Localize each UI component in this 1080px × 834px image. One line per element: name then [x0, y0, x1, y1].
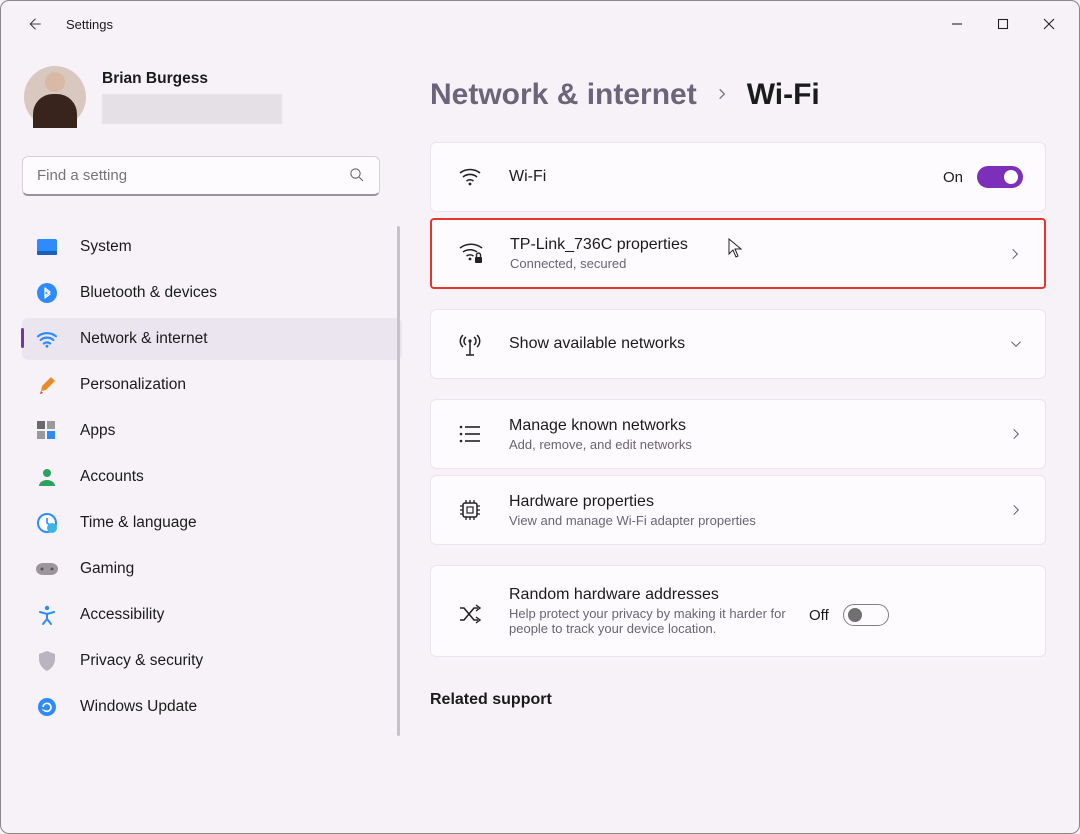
chevron-right-icon — [1009, 503, 1023, 517]
cursor-icon — [728, 238, 744, 261]
sidebar-item-label: Bluetooth & devices — [80, 284, 217, 302]
sidebar-item-label: Network & internet — [80, 330, 208, 348]
card-title: Wi-Fi — [509, 168, 943, 186]
update-icon — [36, 696, 58, 718]
chip-icon — [455, 498, 485, 522]
card-available-networks[interactable]: Show available networks — [430, 309, 1046, 379]
sidebar-item-system[interactable]: System — [22, 226, 402, 268]
avatar — [24, 66, 86, 128]
toggle-label: On — [943, 169, 963, 186]
card-subtitle: Connected, secured — [510, 256, 1008, 271]
accounts-icon — [36, 466, 58, 488]
chevron-right-icon — [1008, 247, 1022, 261]
card-title: Show available networks — [509, 335, 1009, 353]
apps-icon — [36, 420, 58, 442]
maximize-button[interactable] — [980, 8, 1026, 40]
window-title: Settings — [66, 17, 113, 32]
sidebar-item-label: Time & language — [80, 514, 197, 532]
back-button[interactable] — [20, 10, 48, 38]
card-known-networks[interactable]: Manage known networks Add, remove, and e… — [430, 399, 1046, 469]
wifi-icon — [36, 328, 58, 350]
sidebar-item-label: Privacy & security — [80, 652, 203, 670]
card-subtitle: View and manage Wi-Fi adapter properties — [509, 513, 1009, 528]
antenna-icon — [455, 332, 485, 356]
sidebar-item-network[interactable]: Network & internet — [22, 318, 402, 360]
sidebar-item-accessibility[interactable]: Accessibility — [22, 594, 402, 636]
breadcrumb-parent[interactable]: Network & internet — [430, 78, 697, 112]
profile-name: Brian Burgess — [102, 66, 282, 88]
clock-icon — [36, 512, 58, 534]
sidebar-item-bluetooth[interactable]: Bluetooth & devices — [22, 272, 402, 314]
search-input[interactable] — [22, 156, 380, 196]
chevron-right-icon — [715, 85, 729, 106]
titlebar: Settings — [0, 0, 1080, 48]
list-icon — [455, 425, 485, 443]
breadcrumb: Network & internet Wi-Fi — [430, 78, 1046, 112]
card-title: Random hardware addresses — [509, 586, 809, 604]
card-subtitle: Add, remove, and edit networks — [509, 437, 1009, 452]
breadcrumb-current: Wi-Fi — [747, 78, 820, 112]
chevron-down-icon — [1009, 337, 1023, 351]
sidebar-scrollbar[interactable] — [397, 226, 400, 728]
search-icon — [348, 166, 366, 187]
sidebar-item-time-language[interactable]: Time & language — [22, 502, 402, 544]
card-subtitle: Help protect your privacy by making it h… — [509, 606, 809, 636]
sidebar-item-personalization[interactable]: Personalization — [22, 364, 402, 406]
bluetooth-icon — [36, 282, 58, 304]
minimize-button[interactable] — [934, 8, 980, 40]
card-wifi-toggle[interactable]: Wi-Fi On — [430, 142, 1046, 212]
close-button[interactable] — [1026, 8, 1072, 40]
sidebar-item-label: Windows Update — [80, 698, 197, 716]
wifi-toggle[interactable] — [977, 166, 1023, 188]
shield-icon — [36, 650, 58, 672]
accessibility-icon — [36, 604, 58, 626]
search-wrap — [22, 156, 380, 196]
brush-icon — [36, 374, 58, 396]
profile-block[interactable]: Brian Burgess — [22, 66, 402, 128]
shuffle-icon — [455, 604, 485, 624]
sidebar-item-privacy[interactable]: Privacy & security — [22, 640, 402, 682]
sidebar-item-gaming[interactable]: Gaming — [22, 548, 402, 590]
sidebar-item-windows-update[interactable]: Windows Update — [22, 686, 402, 728]
random-mac-toggle[interactable] — [843, 604, 889, 626]
chevron-right-icon — [1009, 427, 1023, 441]
sidebar-item-label: Accounts — [80, 468, 144, 486]
card-title: TP-Link_736C properties — [510, 236, 1008, 254]
card-title: Hardware properties — [509, 493, 1009, 511]
wifi-icon — [455, 167, 485, 187]
sidebar-item-apps[interactable]: Apps — [22, 410, 402, 452]
card-network-properties[interactable]: TP-Link_736C properties Connected, secur… — [430, 218, 1046, 289]
related-support-heading: Related support — [430, 691, 1046, 709]
sidebar-item-label: Gaming — [80, 560, 134, 578]
sidebar-item-label: Personalization — [80, 376, 186, 394]
card-hardware-properties[interactable]: Hardware properties View and manage Wi-F… — [430, 475, 1046, 545]
wifi-lock-icon — [456, 243, 486, 265]
nav-list: System Bluetooth & devices Network & int… — [22, 226, 402, 728]
sidebar-item-accounts[interactable]: Accounts — [22, 456, 402, 498]
main-panel: Network & internet Wi-Fi Wi-Fi On — [410, 48, 1080, 834]
sidebar: Brian Burgess System Bluetooth & devices… — [0, 48, 410, 834]
gaming-icon — [36, 558, 58, 580]
toggle-label: Off — [809, 607, 829, 624]
sidebar-item-label: System — [80, 238, 132, 256]
sidebar-item-label: Accessibility — [80, 606, 164, 624]
sidebar-item-label: Apps — [80, 422, 115, 440]
card-random-mac[interactable]: Random hardware addresses Help protect y… — [430, 565, 1046, 657]
profile-email-blur — [102, 94, 282, 124]
card-title: Manage known networks — [509, 417, 1009, 435]
system-icon — [36, 236, 58, 258]
window-controls — [934, 8, 1072, 40]
